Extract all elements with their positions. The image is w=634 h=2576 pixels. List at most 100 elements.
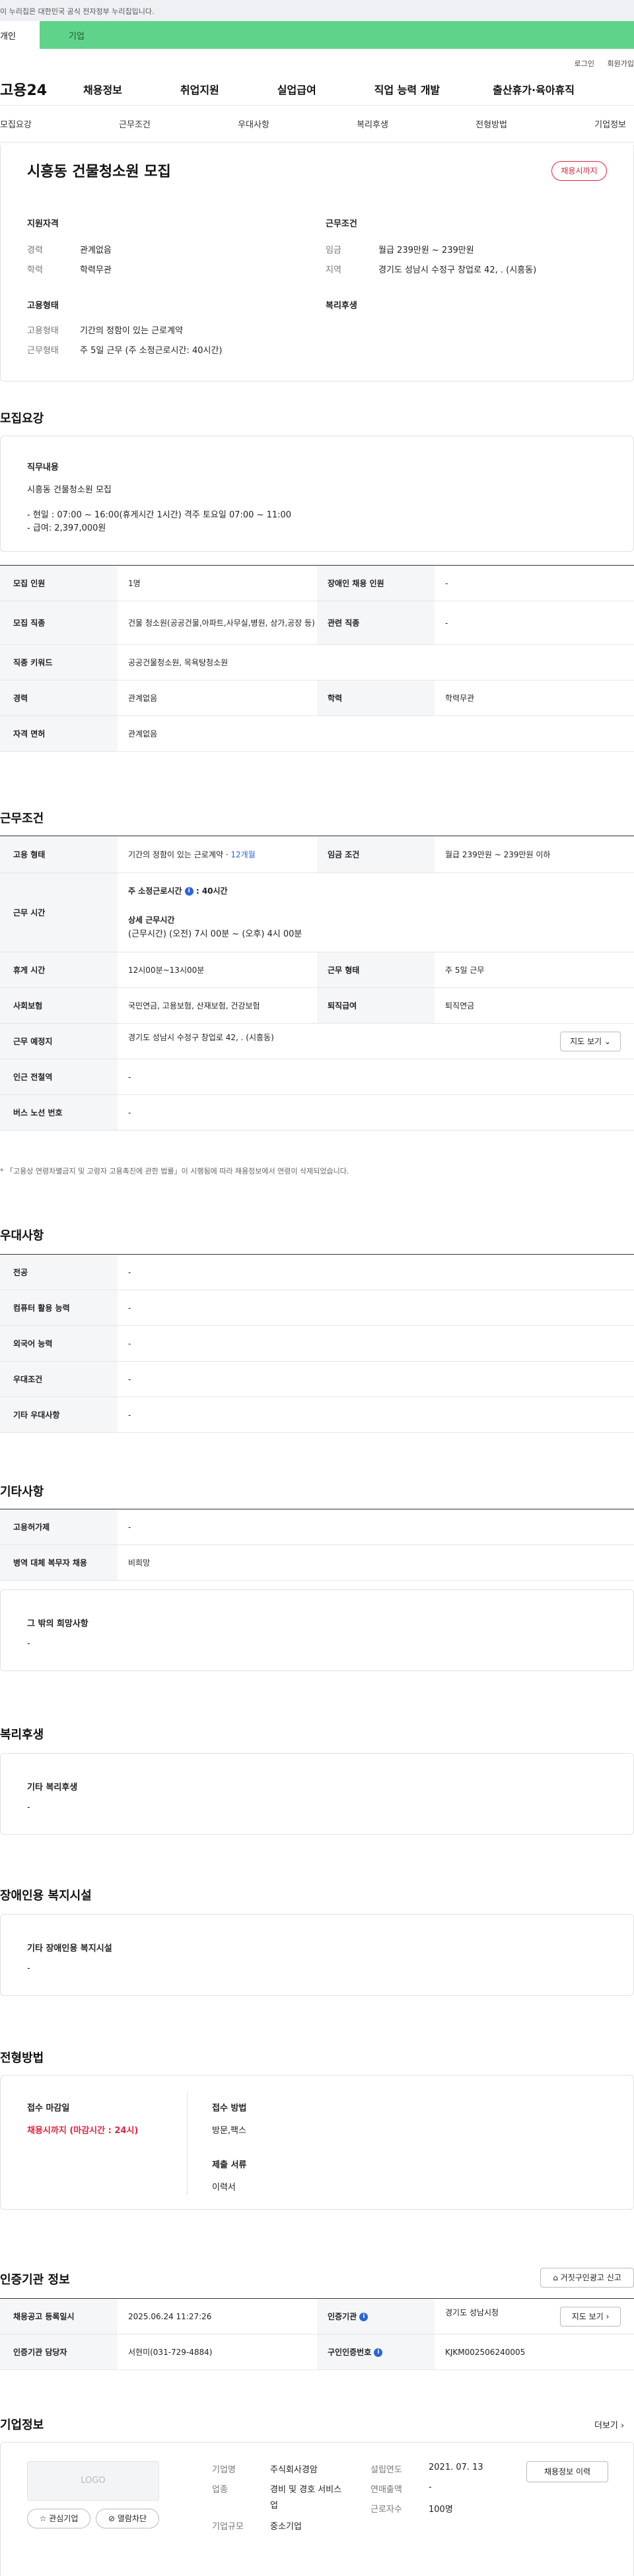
signup-link[interactable]: 회원가입 xyxy=(608,59,634,68)
industry-label: 업종 xyxy=(212,2485,228,2495)
gnb-item-jobs[interactable]: 채용정보 xyxy=(83,81,122,97)
cell-value: 학력무관 xyxy=(435,680,634,716)
table-row: 모집 인원 1명 장애인 채용 인원 - xyxy=(0,565,634,601)
cell-label: 병역 대체 복무자 채용 xyxy=(0,1544,118,1581)
cell-value: - xyxy=(435,601,634,645)
duty-box: 직무내용 시흥동 건물청소원 모집 - 현일 : 07:00 ~ 16:00(휴… xyxy=(0,436,634,552)
report-button[interactable]: ⌂ 거짓구인광고 신고 xyxy=(540,2268,634,2288)
cell-value: - xyxy=(118,1254,634,1290)
table-row: 채용공고 등록일시 2025.06.24 11:27:26 인증기관 i 경기도… xyxy=(0,2298,634,2334)
job-history-button[interactable]: 채용정보 이력 xyxy=(526,2461,608,2482)
star-icon: ☆ xyxy=(39,2514,47,2523)
info-icon[interactable]: i xyxy=(184,886,194,896)
section-tabs: 모집요강 근무조건 우대사항 복리후생 전형방법 기업정보 xyxy=(0,106,634,143)
agency-value: 경기도 성남시청 xyxy=(445,2307,499,2317)
wish-heading: 그 밖의 희망사항 xyxy=(27,1619,88,1629)
table-row: 우대조건 - xyxy=(0,1361,634,1397)
cell-value: - xyxy=(118,1397,634,1433)
cell-label: 인근 전철역 xyxy=(0,1059,118,1095)
table-row: 버스 노선 번호 - xyxy=(0,1094,634,1131)
cell-value: - xyxy=(118,1325,634,1362)
divider xyxy=(187,2092,188,2195)
work-wage-label: 임금 xyxy=(326,246,341,255)
work-region-value: 경기도 성남시 수정구 창업로 42, . (시흥동) xyxy=(378,265,537,275)
tab-recruit[interactable]: 모집요강 xyxy=(0,117,32,130)
welfare-box: 기타 복리후생 - xyxy=(0,1753,634,1835)
disability-box-value: - xyxy=(27,1964,30,1973)
cell-value: 주 5일 근무 xyxy=(435,952,634,988)
cell-value: 국민연금, 고용보험, 산재보험, 건강보험 xyxy=(118,987,317,1024)
table-row: 고용허가제 - xyxy=(0,1509,634,1545)
cell-label: 고용허가제 xyxy=(0,1509,118,1545)
selection-heading: 전형방법 xyxy=(0,2051,44,2065)
duty-heading: 직무내용 xyxy=(27,463,59,473)
preference-heading: 우대사항 xyxy=(0,1229,44,1243)
cell-label: 기타 우대사항 xyxy=(0,1397,118,1433)
page-root: 이 누리집은 대한민국 공식 전자정부 누리집입니다. 개인 기업 로그인 회원… xyxy=(0,0,634,2576)
info-icon[interactable]: i xyxy=(359,2313,369,2321)
tab-selection[interactable]: 전형방법 xyxy=(476,117,507,130)
table-row: 휴게 시간 12시00분~13시00분 근무 형태 주 5일 근무 xyxy=(0,952,634,988)
tab-company[interactable]: 기업 xyxy=(40,21,634,49)
gnb-item-parental-leave[interactable]: 출산휴가·육아휴직 xyxy=(493,81,575,97)
agency-map-button[interactable]: 지도 보기 › xyxy=(560,2306,621,2327)
login-link[interactable]: 로그인 xyxy=(575,59,594,68)
other-heading: 기타사항 xyxy=(0,1485,44,1499)
tab-welfare[interactable]: 복리후생 xyxy=(357,117,388,130)
cell-value: 주 소정근로시간 i : 40시간 상세 근무시간 (근무시간) (오전) 7시… xyxy=(118,873,634,952)
block-label: 열람차단 xyxy=(117,2514,147,2523)
agency-map-button-label: 지도 보기 xyxy=(571,2311,604,2321)
deadline-badge: 채용시까지 xyxy=(551,161,607,181)
table-row: 전공 - xyxy=(0,1254,634,1290)
work-cond-table: 고용 형태 기간의 정함이 있는 근로계약 · 12개월 임금 조건 월급 23… xyxy=(0,836,634,1131)
cell-value: 월급 239만원 ~ 239만원 이하 xyxy=(435,836,634,873)
agency-label: 인증기관 xyxy=(328,2312,357,2321)
map-button[interactable]: 지도 보기 ⌄ xyxy=(560,1031,621,1051)
agency-heading: 인증기관 정보 xyxy=(0,2273,70,2287)
gnb-item-vocational-training[interactable]: 직업 능력 개발 xyxy=(374,81,440,97)
cell-label: 근무 시간 xyxy=(0,873,118,952)
sales-label: 연매출액 xyxy=(370,2485,402,2495)
employees-value: 100명 xyxy=(429,2505,453,2515)
tab-work-conditions[interactable]: 근무조건 xyxy=(119,117,151,130)
company-box: LOGO ☆ 관심기업 ⊘ 열람차단 기업명 주식회사경암 업종 경비 및 경호… xyxy=(0,2442,634,2576)
block-view-button[interactable]: ⊘ 열람차단 xyxy=(96,2509,159,2528)
recruit-table: 모집 인원 1명 장애인 채용 인원 - 모집 직종 건물 청소원(공공건물,아… xyxy=(0,565,634,752)
method-value: 방문,팩스 xyxy=(212,2126,246,2136)
info-icon[interactable]: i xyxy=(374,2348,383,2357)
cell-value: - xyxy=(118,1094,634,1131)
hours-title: 주 소정근로시간 xyxy=(128,886,182,896)
brand-logo[interactable]: 고용24 xyxy=(0,79,79,100)
company-name-value: 주식회사경암 xyxy=(270,2465,318,2475)
tab-preference[interactable]: 우대사항 xyxy=(238,117,269,130)
user-type-tabs: 개인 기업 xyxy=(0,21,634,49)
emp-type-label: 고용형태 xyxy=(27,326,59,336)
cell-value: 1명 xyxy=(118,565,317,601)
cell-value: 퇴직연금 xyxy=(435,987,634,1024)
age-notice: * 「고용상 연령차별금지 및 고령자 고용촉진에 관한 법률」이 시행됨에 따… xyxy=(0,1167,349,1175)
ad-no-label: 구인인증번호 xyxy=(328,2348,372,2357)
cell-label: 우대조건 xyxy=(0,1361,118,1397)
wish-value: - xyxy=(27,1639,30,1649)
gnb-item-employment-support[interactable]: 취업지원 xyxy=(180,81,219,97)
cell-label: 퇴직급여 xyxy=(317,987,435,1024)
agency-table: 채용공고 등록일시 2025.06.24 11:27:26 인증기관 i 경기도… xyxy=(0,2298,634,2370)
favorite-company-button[interactable]: ☆ 관심기업 xyxy=(27,2509,90,2528)
cell-label: 모집 인원 xyxy=(0,565,118,601)
gnb-item-unemployment-benefit[interactable]: 실업급여 xyxy=(277,81,316,97)
cell-label: 채용공고 등록일시 xyxy=(0,2298,118,2334)
cell-label: 근무 예정지 xyxy=(0,1023,118,1059)
work-wage-value: 월급 239만원 ~ 239만원 xyxy=(378,246,474,255)
tab-company[interactable]: 기업정보 xyxy=(594,117,626,130)
tab-personal[interactable]: 개인 xyxy=(0,21,40,49)
company-more-link[interactable]: 더보기 › xyxy=(594,2418,624,2431)
table-row: 경력 관계없음 학력 학력무관 xyxy=(0,680,634,716)
company-heading: 기업정보 xyxy=(0,2418,44,2432)
block-icon: ⊘ xyxy=(108,2514,116,2523)
emp-type-value: 기간의 정함이 있는 근로계약 xyxy=(80,326,183,336)
welfare-heading-summary: 복리후생 xyxy=(326,301,357,311)
cell-value: 12시00분~13시00분 xyxy=(118,952,317,988)
preference-table: 전공 - 컴퓨터 활용 능력 - 외국어 능력 - 우대조건 - 기타 우대사항 - xyxy=(0,1254,634,1433)
work-region-label: 지역 xyxy=(326,265,341,275)
duty-text: 시흥동 건물청소원 모집 xyxy=(27,485,112,495)
